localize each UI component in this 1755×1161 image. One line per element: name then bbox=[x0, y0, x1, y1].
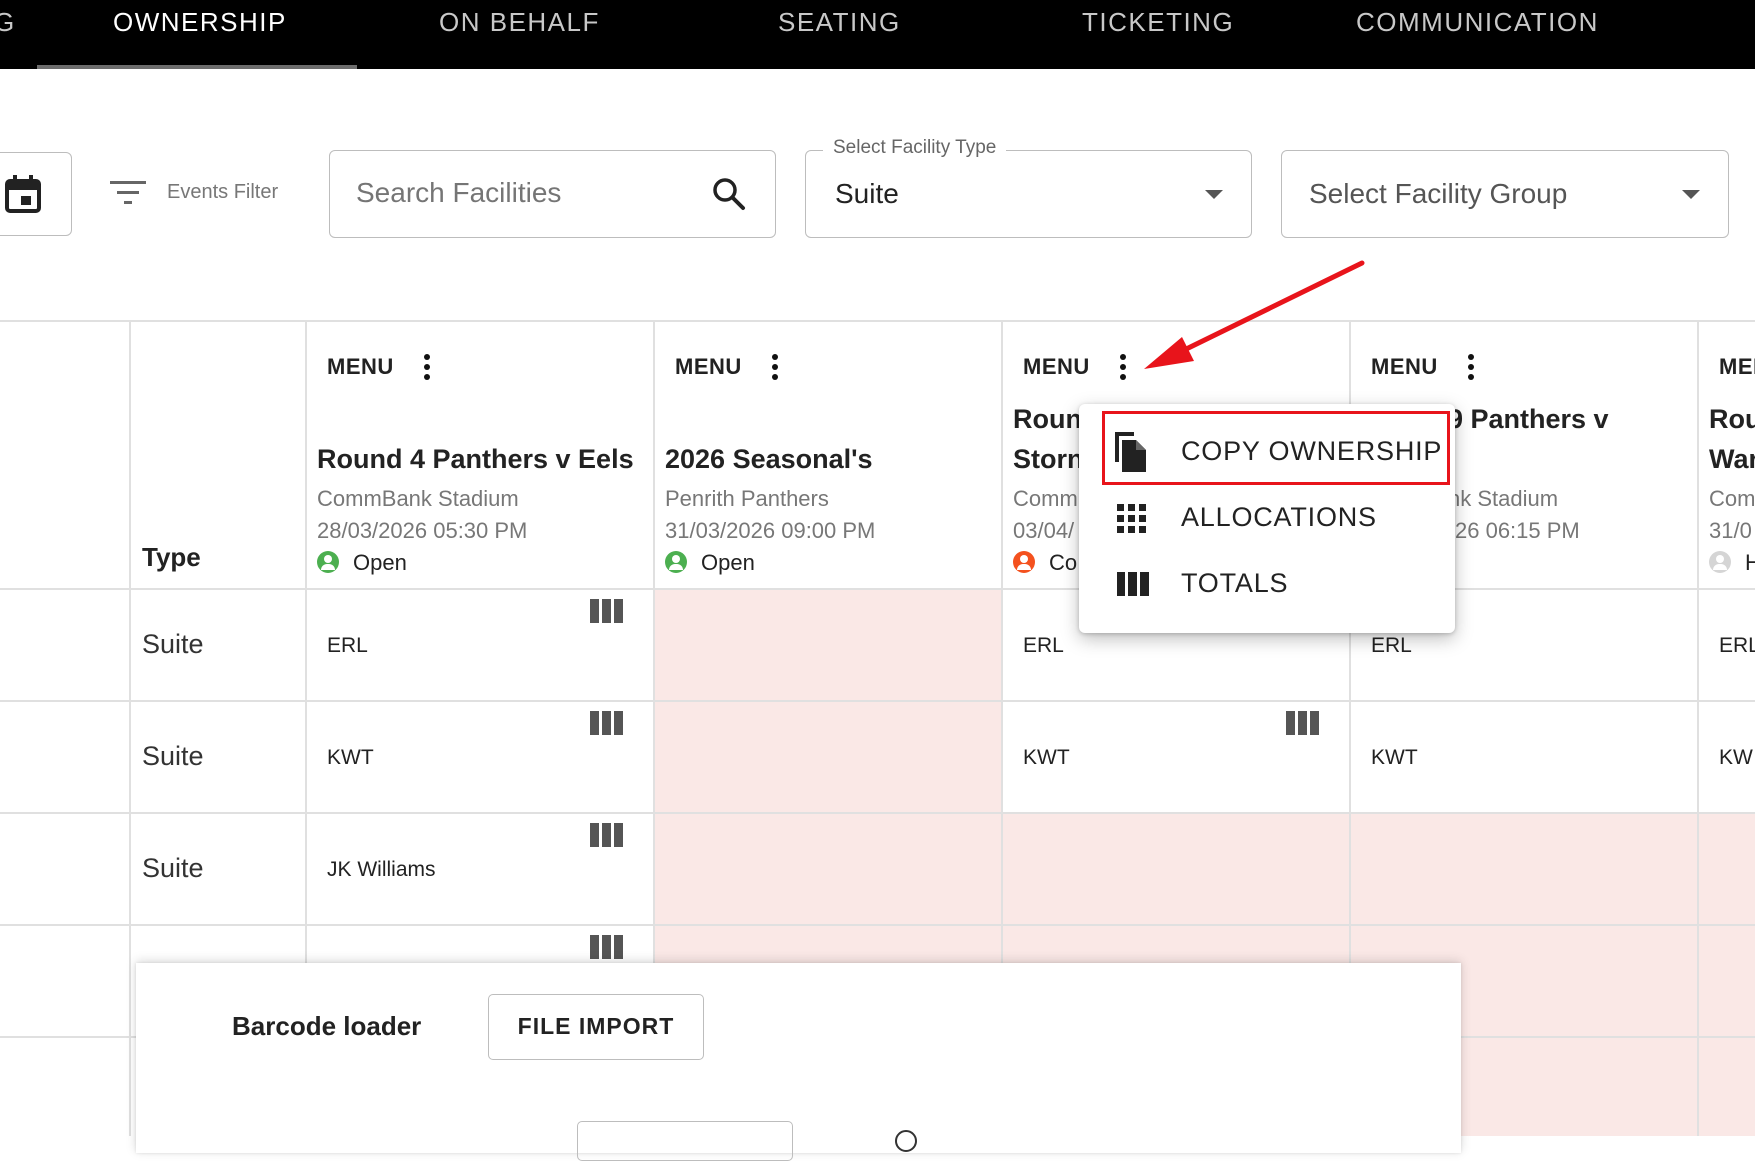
chevron-down-icon bbox=[1682, 190, 1700, 199]
event-title: Roun bbox=[1013, 404, 1082, 434]
kebab-menu-icon[interactable] bbox=[768, 352, 782, 382]
tab-communication[interactable]: COMMUNICATION bbox=[1356, 0, 1599, 44]
status-open-icon bbox=[317, 551, 339, 573]
calendar-icon bbox=[5, 175, 41, 213]
event-menu-label[interactable]: MENU bbox=[675, 354, 742, 380]
secondary-button-partial[interactable] bbox=[577, 1121, 793, 1161]
allocations-item[interactable] bbox=[1117, 504, 1147, 534]
chevron-down-icon bbox=[1205, 190, 1223, 199]
facility-type-value: Suite bbox=[835, 178, 899, 209]
event-menu-label[interactable]: MENU bbox=[1371, 354, 1438, 380]
event-venue: CommBank Stadium bbox=[317, 486, 519, 511]
radio-icon[interactable] bbox=[895, 1130, 917, 1152]
event-menu-label[interactable]: MENU bbox=[327, 354, 394, 380]
status-open-icon bbox=[665, 551, 687, 573]
event-status: H bbox=[1745, 550, 1755, 575]
kebab-menu-icon[interactable] bbox=[420, 352, 434, 382]
columns-icon bbox=[1117, 572, 1149, 596]
barcode-loader-panel: Barcode loader FILE IMPORT bbox=[136, 963, 1461, 1161]
owner-cell[interactable]: JK Williams bbox=[327, 858, 436, 882]
header-bottom-border bbox=[0, 588, 1755, 590]
search-input[interactable] bbox=[356, 173, 696, 213]
owner-cell[interactable]: KWT bbox=[327, 746, 374, 770]
kebab-menu-icon[interactable] bbox=[1464, 352, 1478, 382]
event-datetime: 31/03/2026 09:00 PM bbox=[665, 518, 876, 543]
status-closed-icon bbox=[1013, 551, 1035, 573]
tab-ticketing[interactable]: TICKETING bbox=[1082, 0, 1234, 44]
event-title: Round 4 Panthers v Eels bbox=[317, 444, 634, 474]
event-title: War bbox=[1709, 444, 1755, 474]
facility-type-label: Select Facility Type bbox=[823, 137, 1007, 159]
columns-icon[interactable] bbox=[590, 823, 624, 847]
header-top-border bbox=[0, 320, 1755, 322]
row-divider bbox=[0, 924, 1755, 926]
columns-icon[interactable] bbox=[1286, 711, 1320, 735]
event-title: 2026 Seasonal's bbox=[665, 444, 873, 474]
columns-icon[interactable] bbox=[590, 711, 624, 735]
event-datetime: 28/03/2026 05:30 PM bbox=[317, 518, 528, 543]
status-hold-icon bbox=[1709, 551, 1731, 573]
event-datetime: 26 06:15 PM bbox=[1455, 518, 1580, 543]
tab-seating[interactable]: SEATING bbox=[778, 0, 901, 44]
search-facilities-field[interactable] bbox=[329, 150, 776, 238]
facility-group-select[interactable]: Select Facility Group bbox=[1281, 150, 1729, 238]
event-venue: Comm bbox=[1013, 486, 1078, 511]
events-filter-label[interactable]: Events Filter bbox=[167, 181, 278, 204]
totals-item[interactable] bbox=[1117, 572, 1149, 596]
column-divider bbox=[129, 320, 131, 1136]
columns-icon[interactable] bbox=[590, 935, 624, 959]
event-datetime: 31/0 bbox=[1709, 518, 1752, 543]
type-cell: Suite bbox=[142, 853, 204, 883]
owner-cell[interactable]: ERL bbox=[1719, 634, 1755, 658]
owner-cell[interactable]: KWT bbox=[1371, 746, 1418, 770]
allocations-label[interactable]: ALLOCATIONS bbox=[1181, 502, 1377, 533]
columns-icon[interactable] bbox=[590, 599, 624, 623]
file-import-button[interactable]: FILE IMPORT bbox=[488, 994, 704, 1060]
active-tab-indicator bbox=[37, 65, 357, 69]
event-datetime: 03/04/ bbox=[1013, 518, 1075, 543]
tab-ownership[interactable]: OWNERSHIP bbox=[113, 0, 287, 44]
grid-icon bbox=[1117, 504, 1146, 533]
event-venue: Com bbox=[1709, 486, 1755, 511]
kebab-menu-icon[interactable] bbox=[1116, 352, 1130, 382]
search-icon[interactable] bbox=[712, 177, 746, 211]
event-title: 9 Panthers v bbox=[1448, 404, 1609, 434]
tab-on-behalf[interactable]: ON BEHALF bbox=[439, 0, 600, 44]
owner-cell[interactable]: ERL bbox=[1371, 634, 1412, 658]
owner-cell[interactable]: ERL bbox=[1023, 634, 1064, 658]
owner-cell[interactable]: ERL bbox=[327, 634, 368, 658]
event-status: Co bbox=[1049, 550, 1078, 575]
event-title: Storn bbox=[1013, 444, 1084, 474]
owner-cell[interactable]: KW bbox=[1719, 746, 1753, 770]
event-status: Open bbox=[701, 550, 755, 575]
facility-type-select[interactable]: Suite bbox=[805, 150, 1252, 238]
type-cell: Suite bbox=[142, 629, 204, 659]
events-filter-button[interactable] bbox=[110, 180, 146, 206]
totals-label[interactable]: TOTALS bbox=[1181, 568, 1288, 599]
event-venue: Penrith Panthers bbox=[665, 486, 829, 511]
event-venue: nk Stadium bbox=[1448, 486, 1559, 511]
annotation-arrow-icon bbox=[1144, 260, 1365, 369]
type-cell: Suite bbox=[142, 741, 204, 771]
event-status: Open bbox=[353, 550, 407, 575]
row-divider bbox=[0, 700, 1755, 702]
copy-ownership-highlight bbox=[1102, 411, 1450, 485]
tab-partial[interactable]: G bbox=[0, 0, 16, 44]
type-column-header: Type bbox=[142, 542, 201, 572]
facility-group-placeholder: Select Facility Group bbox=[1309, 178, 1568, 209]
filter-icon bbox=[110, 181, 146, 204]
event-menu-label[interactable]: MENU bbox=[1023, 354, 1090, 380]
event-menu-label[interactable]: MENU bbox=[1719, 354, 1755, 380]
date-picker-button[interactable] bbox=[0, 152, 72, 236]
barcode-loader-label: Barcode loader bbox=[232, 1011, 422, 1041]
event-title: Rou bbox=[1709, 404, 1755, 434]
event-column-partial: MENU Rou War Com 31/0 H ERL KW bbox=[1698, 320, 1755, 1136]
row-divider bbox=[0, 812, 1755, 814]
owner-cell[interactable]: KWT bbox=[1023, 746, 1070, 770]
